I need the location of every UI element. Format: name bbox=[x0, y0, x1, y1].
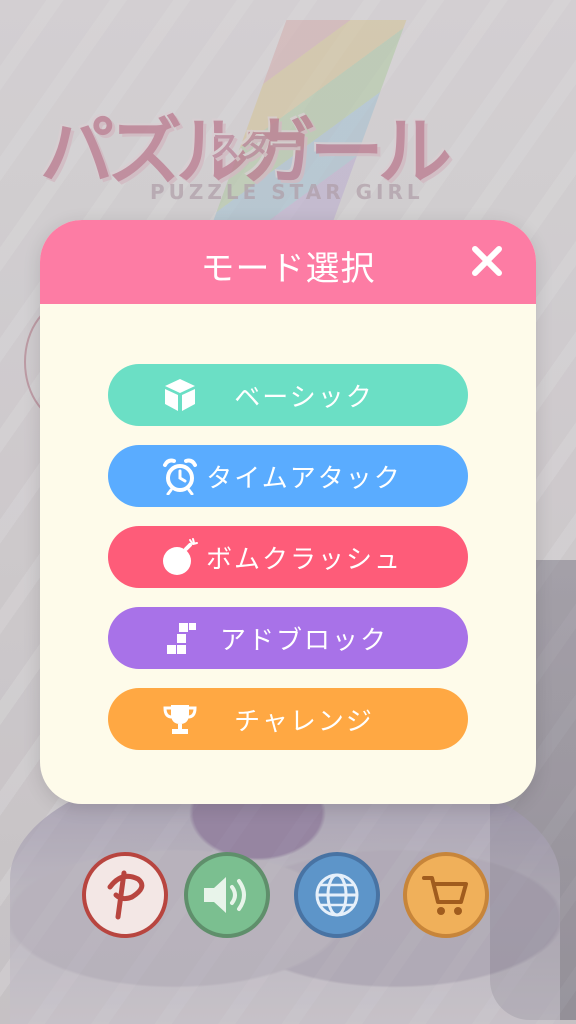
mode-basic-button[interactable]: ベーシック bbox=[108, 364, 468, 426]
mode-ad-block-button[interactable]: アドブロック bbox=[108, 607, 468, 669]
p-logo-icon bbox=[107, 870, 145, 920]
globe-icon bbox=[315, 873, 359, 917]
trophy-icon bbox=[160, 699, 200, 739]
p-logo-button[interactable] bbox=[82, 852, 168, 938]
close-icon bbox=[472, 246, 502, 276]
mode-select-dialog: モード選択 ベーシック タイムアタック ボムクラッシュ アドブロック チャレンジ bbox=[40, 220, 536, 804]
mode-challenge-label: チャレンジ bbox=[234, 706, 374, 737]
bomb-icon bbox=[160, 537, 200, 577]
shop-button[interactable] bbox=[403, 852, 489, 938]
language-button[interactable] bbox=[294, 852, 380, 938]
mode-ad-block-label: アドブロック bbox=[219, 625, 388, 656]
dialog-title: モード選択 bbox=[200, 248, 376, 289]
mode-list: ベーシック タイムアタック ボムクラッシュ アドブロック チャレンジ bbox=[108, 364, 468, 769]
speaker-icon bbox=[204, 877, 246, 913]
mode-time-attack-label: タイムアタック bbox=[206, 463, 402, 494]
mode-challenge-button[interactable]: チャレンジ bbox=[108, 688, 468, 750]
dialog-header: モード選択 bbox=[40, 220, 536, 304]
close-button[interactable] bbox=[470, 244, 504, 278]
mode-basic-label: ベーシック bbox=[234, 382, 374, 413]
mode-bomb-crash-button[interactable]: ボムクラッシュ bbox=[108, 526, 468, 588]
tetromino-icon bbox=[160, 618, 200, 658]
alarm-clock-icon bbox=[160, 456, 200, 496]
sound-button[interactable] bbox=[184, 852, 270, 938]
cube-icon bbox=[160, 375, 200, 415]
mode-bomb-crash-label: ボムクラッシュ bbox=[205, 544, 402, 575]
mode-time-attack-button[interactable]: タイムアタック bbox=[108, 445, 468, 507]
cart-icon bbox=[422, 876, 468, 915]
